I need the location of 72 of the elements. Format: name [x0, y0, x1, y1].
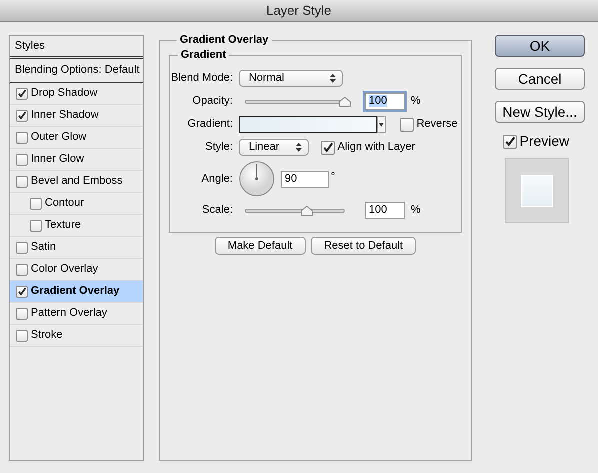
section-title: Gradient Overlay [179, 35, 270, 46]
item-label: Inner Shadow [31, 108, 99, 124]
checkbox-label: Reverse [416, 117, 458, 132]
style-item[interactable]: Contour [10, 193, 143, 215]
preview-thumbnail [505, 158, 569, 223]
angle-dial[interactable] [239, 161, 275, 197]
style-item[interactable]: Gradient Overlay [10, 281, 143, 303]
group-title: Gradient [180, 50, 228, 61]
action-button[interactable]: Reset to Default [311, 237, 416, 255]
slider-thumb[interactable] [339, 96, 351, 106]
field-label: Gradient: [186, 117, 233, 132]
checkbox[interactable] [30, 198, 42, 210]
style-item[interactable]: Bevel and Emboss [10, 171, 143, 193]
checkbox[interactable] [16, 154, 28, 166]
panel-header: Styles [15, 38, 45, 54]
field-label: Opacity: [192, 94, 233, 110]
style-item[interactable]: Texture [10, 215, 143, 237]
item-label: Satin [31, 240, 56, 256]
style-item[interactable]: Pattern Overlay [10, 303, 143, 325]
field-label: Blend Mode: [170, 71, 233, 86]
checkbox[interactable] [16, 286, 28, 298]
item-label: Contour [45, 196, 84, 212]
checkbox[interactable] [16, 132, 28, 144]
stepper-icon [330, 74, 336, 83]
item-label: Inner Glow [31, 152, 84, 168]
dialog-button[interactable]: OK [495, 35, 585, 57]
style-item[interactable]: Satin [10, 237, 143, 259]
checkbox[interactable] [16, 110, 28, 122]
slider-thumb[interactable] [301, 206, 313, 216]
item-label: Outer Glow [31, 130, 87, 146]
list-item[interactable]: Blending Options: Default [10, 59, 143, 83]
text-field[interactable]: 100 [365, 93, 405, 110]
checkbox[interactable] [503, 134, 517, 148]
item-label: Texture [45, 218, 82, 234]
item-label: Gradient Overlay [31, 284, 120, 300]
window-title: Layer Style [266, 2, 332, 20]
dialog-button[interactable]: New Style... [495, 101, 585, 123]
dialog-button[interactable]: Cancel [495, 68, 585, 90]
checkbox[interactable] [400, 118, 414, 132]
item-label: Bevel and Emboss [31, 174, 123, 190]
unit-label: ° [331, 170, 336, 185]
style-item[interactable]: Inner Glow [10, 149, 143, 171]
text-field[interactable]: 100 [365, 202, 405, 219]
checkbox[interactable] [16, 330, 28, 342]
item-label: Pattern Overlay [31, 306, 108, 322]
style-item[interactable]: Outer Glow [10, 127, 143, 149]
field-label: Angle: [200, 172, 233, 187]
checkbox[interactable] [16, 242, 28, 254]
checkbox[interactable] [30, 220, 42, 232]
gradient-swatch[interactable] [239, 116, 377, 133]
unit-label: % [411, 94, 421, 110]
style-item[interactable]: Drop Shadow [10, 83, 143, 105]
style-item[interactable]: Stroke [10, 325, 143, 347]
field-label: Style: [204, 140, 233, 156]
action-button[interactable]: Make Default [214, 237, 306, 255]
field-label: Scale: [201, 203, 233, 218]
checkbox[interactable] [16, 176, 28, 188]
checkbox[interactable] [16, 264, 28, 276]
item-label: Stroke [31, 328, 63, 344]
checkbox-label: Align with Layer [338, 140, 416, 156]
checkbox[interactable] [16, 88, 28, 100]
item-label: Color Overlay [31, 262, 98, 278]
unit-label: % [411, 203, 421, 218]
checkbox[interactable] [16, 308, 28, 320]
item-label: Drop Shadow [31, 86, 98, 102]
text-field[interactable]: 90 [281, 170, 329, 188]
style-item[interactable]: Inner Shadow [10, 105, 143, 127]
checkbox[interactable] [321, 140, 335, 154]
checkbox-label: Preview [520, 132, 570, 151]
dropdown[interactable]: Normal [239, 70, 343, 87]
dropdown[interactable]: Linear [239, 139, 309, 156]
stepper-icon [296, 143, 302, 152]
